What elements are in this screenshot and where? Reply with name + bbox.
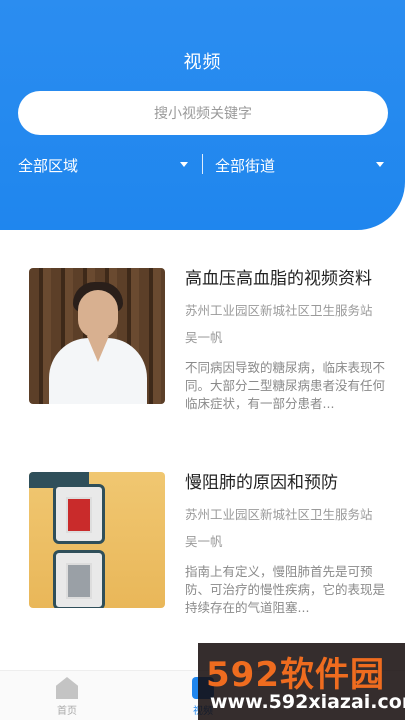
filter-bar: 全部区域 全部街道 <box>0 152 405 178</box>
street-filter-label: 全部街道 <box>215 156 276 175</box>
watermark-logo-text: 592软件园 <box>206 655 385 695</box>
video-item[interactable]: 慢阻肺的原因和预防 苏州工业园区新城社区卫生服务站 吴一帆 指南上有定义，慢阻肺… <box>0 472 405 622</box>
video-thumbnail[interactable] <box>29 472 165 608</box>
tab-home[interactable]: 首页 <box>27 677 107 717</box>
caret-down-icon <box>180 162 188 167</box>
caret-down-icon <box>376 162 384 167</box>
video-info: 高血压高血脂的视频资料 苏州工业园区新城社区卫生服务站 吴一帆 不同病因导致的糖… <box>185 268 395 413</box>
search-placeholder: 搜小视频关键字 <box>154 106 252 122</box>
video-org: 苏州工业园区新城社区卫生服务站 <box>185 507 373 522</box>
video-thumbnail[interactable] <box>29 268 165 404</box>
video-item[interactable]: 高血压高血脂的视频资料 苏州工业园区新城社区卫生服务站 吴一帆 不同病因导致的糖… <box>0 268 405 418</box>
tab-home-label: 首页 <box>57 706 77 717</box>
search-input[interactable]: 搜小视频关键字 <box>18 91 388 135</box>
site-watermark: 592软件园 www.592xiazai.com <box>198 643 405 720</box>
filter-divider <box>202 154 203 174</box>
machine-illustration <box>53 484 105 544</box>
video-title[interactable]: 慢阻肺的原因和预防 <box>185 472 395 494</box>
region-filter[interactable]: 全部区域 <box>18 152 190 178</box>
street-filter[interactable]: 全部街道 <box>215 152 387 178</box>
watermark-url: www.592xiazai.com <box>210 691 405 713</box>
doctor-face <box>78 290 118 338</box>
video-description: 不同病因导致的糖尿病，临床表现不同。大部分二型糖尿病患者没有任何临床症状，有一部… <box>185 360 385 411</box>
machine-illustration <box>53 550 105 608</box>
video-info: 慢阻肺的原因和预防 苏州工业园区新城社区卫生服务站 吴一帆 指南上有定义，慢阻肺… <box>185 472 395 617</box>
header: 视频 搜小视频关键字 全部区域 全部街道 <box>0 0 405 230</box>
video-title[interactable]: 高血压高血脂的视频资料 <box>185 268 395 290</box>
video-org: 苏州工业园区新城社区卫生服务站 <box>185 303 373 318</box>
page-title: 视频 <box>183 52 222 73</box>
video-description: 指南上有定义，慢阻肺首先是可预防、可治疗的慢性疾病，它的表现是持续存在的气道阻塞… <box>185 564 385 615</box>
region-filter-label: 全部区域 <box>18 156 79 175</box>
home-icon <box>56 677 78 699</box>
video-author: 吴一帆 <box>185 330 223 345</box>
video-author: 吴一帆 <box>185 534 223 549</box>
